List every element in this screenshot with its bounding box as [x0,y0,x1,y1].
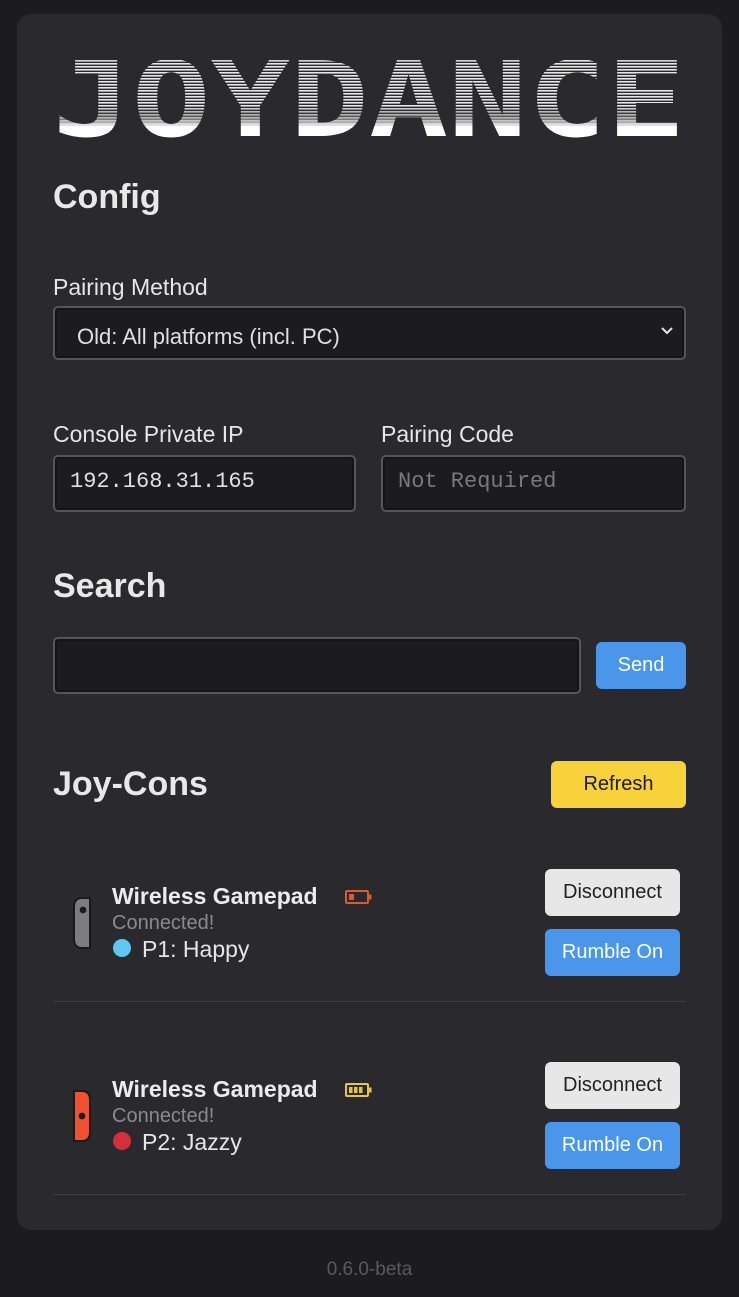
pairing-method-value: Old: All platforms (incl. PC) [77,324,340,349]
battery-low-icon [345,890,372,904]
pairing-code-input[interactable]: Not Required [381,455,686,512]
joycon-player: P2: Jazzy [142,1129,242,1155]
joydance-logo: JOYDANCE JOYDANCE [53,60,686,140]
battery-medium-icon [345,1083,372,1097]
joycon-name: Wireless Gamepad [112,883,318,909]
disconnect-button[interactable]: Disconnect [545,869,680,916]
divider [53,1001,686,1002]
divider [53,1194,686,1195]
config-heading: Config [53,178,161,216]
pairing-code-label: Pairing Code [381,421,514,447]
rumble-button[interactable]: Rumble On [545,1122,680,1169]
pairing-method-select[interactable]: Old: All platforms (incl. PC) [53,306,686,360]
console-ip-input[interactable]: 192.168.31.165 [53,455,356,512]
search-input[interactable] [53,637,581,694]
disconnect-button[interactable]: Disconnect [545,1062,680,1109]
logo-text-highlight: JOYDANCE [53,60,686,140]
refresh-button[interactable]: Refresh [551,761,686,808]
rumble-button[interactable]: Rumble On [545,929,680,976]
joycon-gray-icon [73,897,91,949]
pairing-code-placeholder: Not Required [398,469,557,494]
player-color-dot [113,1132,131,1150]
console-ip-label: Console Private IP [53,421,244,447]
chevron-down-icon [661,327,673,335]
joycon-status: Connected! [112,1105,215,1127]
pairing-method-label: Pairing Method [53,274,208,300]
search-heading: Search [53,567,167,605]
joycon-red-icon [73,1090,91,1142]
send-button[interactable]: Send [596,642,686,689]
joycon-player: P1: Happy [142,936,250,962]
console-ip-value: 192.168.31.165 [70,469,255,494]
version-footer: 0.6.0-beta [326,1259,413,1280]
joycon-name: Wireless Gamepad [112,1076,318,1102]
joycons-heading: Joy-Cons [53,765,208,803]
joycon-status: Connected! [112,912,215,934]
player-color-dot [113,939,131,957]
